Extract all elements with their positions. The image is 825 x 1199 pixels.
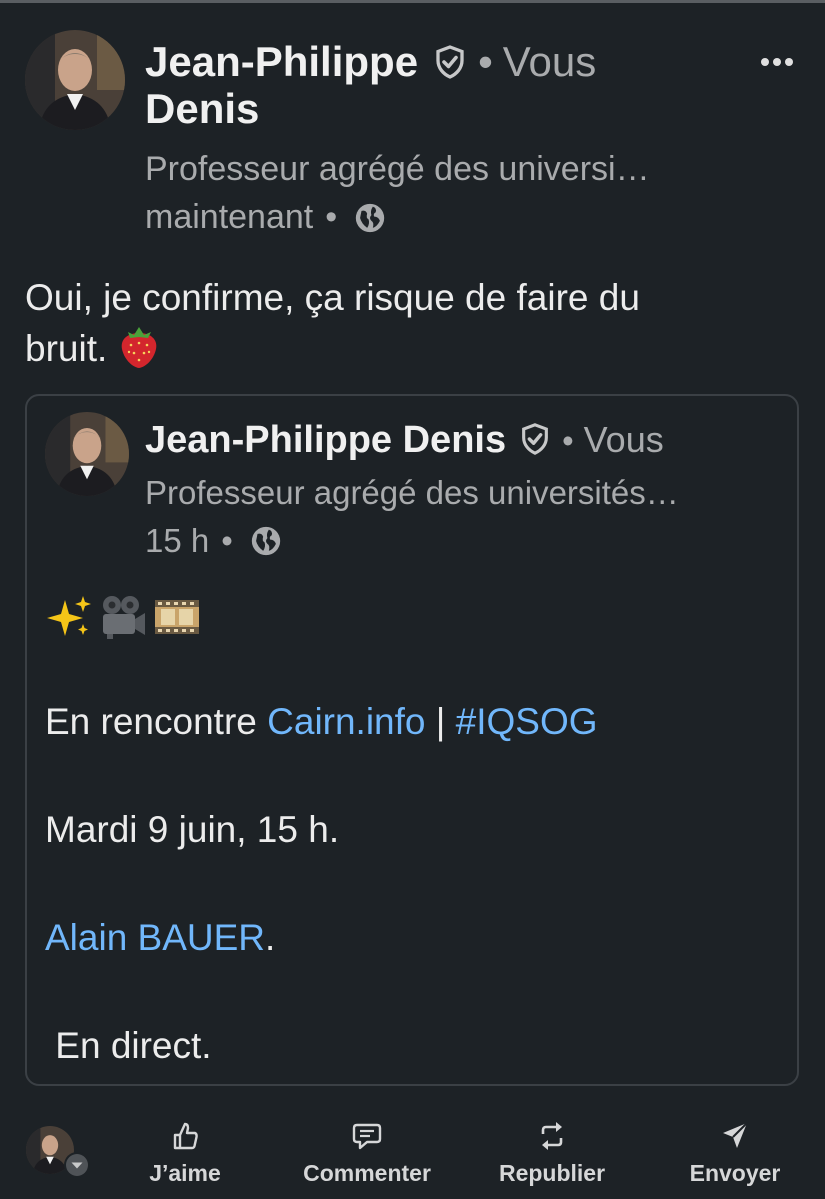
comment-button[interactable]: Commenter (292, 1120, 442, 1187)
comment-label: Commenter (303, 1160, 431, 1186)
send-label: Envoyer (689, 1160, 781, 1186)
shared-author-headline: Professeur agrégé des universités… (145, 474, 679, 511)
shared-author-avatar[interactable] (45, 412, 129, 496)
mention-link[interactable]: Alain BAUER (45, 917, 265, 958)
post-header: Jean-Philippe • Vous Denis Professeur agré… (25, 30, 800, 245)
shared-author-label[interactable]: Jean-Philippe Denis (145, 419, 506, 461)
separator-dot: • (325, 198, 338, 236)
comment-icon (351, 1120, 383, 1152)
author-avatar[interactable] (25, 30, 125, 130)
like-label: J’aime (149, 1160, 221, 1186)
post-text: Oui, je confirme, ça risque de faire du … (25, 272, 795, 374)
repost-button[interactable]: Republier (490, 1120, 614, 1187)
shared-timestamp: 15 h • (145, 522, 283, 560)
post-text-line1: Oui, je confirme, ça risque de faire du (25, 277, 640, 318)
shared-text-line3: Alain BAUER. (45, 917, 275, 959)
thumbs-up-icon (169, 1120, 201, 1152)
top-divider (0, 0, 825, 3)
author-name-line2[interactable]: Denis (145, 85, 259, 132)
cairn-link[interactable]: Cairn.info (267, 701, 425, 742)
like-button[interactable]: J’aime (140, 1120, 230, 1187)
emoji-row (45, 594, 201, 640)
chevron-down-icon[interactable] (64, 1152, 90, 1178)
shared-time-label: 15 h (145, 522, 210, 559)
shared-text-line2: Mardi 9 juin, 15 h. (45, 809, 340, 850)
verified-icon (432, 42, 468, 79)
shared-text-line1: En rencontre Cairn.info | #IQSOG (45, 701, 598, 743)
shared-relation-label: Vous (583, 419, 664, 460)
action-bar: J’aime Commenter Republier Envoyer (0, 1112, 825, 1192)
hashtag-link[interactable]: #IQSOG (456, 701, 598, 742)
author-name[interactable]: Jean-Philippe • Vous Denis (145, 38, 665, 132)
separator-dot: • (478, 38, 493, 85)
post-timestamp: maintenant • (145, 198, 387, 237)
shared-text-suffix: . (265, 917, 276, 958)
repost-icon (536, 1120, 568, 1152)
film-strip-icon (153, 594, 201, 640)
shared-author-name[interactable]: Jean-Philippe Denis • Vous (145, 418, 664, 463)
separator-dot: • (562, 422, 574, 459)
shared-text-line4: En direct. (45, 1025, 212, 1066)
relation-label: Vous (502, 38, 597, 85)
send-button[interactable]: Envoyer (680, 1120, 790, 1187)
author-name-line1[interactable]: Jean-Philippe (145, 38, 418, 85)
movie-camera-icon (99, 594, 147, 640)
separator-dot: • (221, 522, 233, 559)
time-label: maintenant (145, 198, 314, 236)
send-icon (719, 1120, 751, 1152)
verified-icon (518, 422, 552, 456)
shared-post-card[interactable]: Jean-Philippe Denis • Vous Professeur agré… (25, 394, 799, 1086)
more-options-icon[interactable] (760, 54, 794, 66)
repost-label: Republier (498, 1160, 606, 1186)
actor-switcher[interactable] (26, 1126, 92, 1178)
globe-icon (353, 201, 387, 235)
author-headline: Professeur agrégé des universi… (145, 150, 650, 188)
strawberry-icon (118, 323, 160, 369)
globe-icon (249, 524, 283, 558)
shared-text-separator: | (425, 701, 456, 742)
shared-text-prefix: En rencontre (45, 701, 268, 742)
sparkles-icon (45, 594, 93, 640)
post-text-line2: bruit. (25, 328, 108, 369)
